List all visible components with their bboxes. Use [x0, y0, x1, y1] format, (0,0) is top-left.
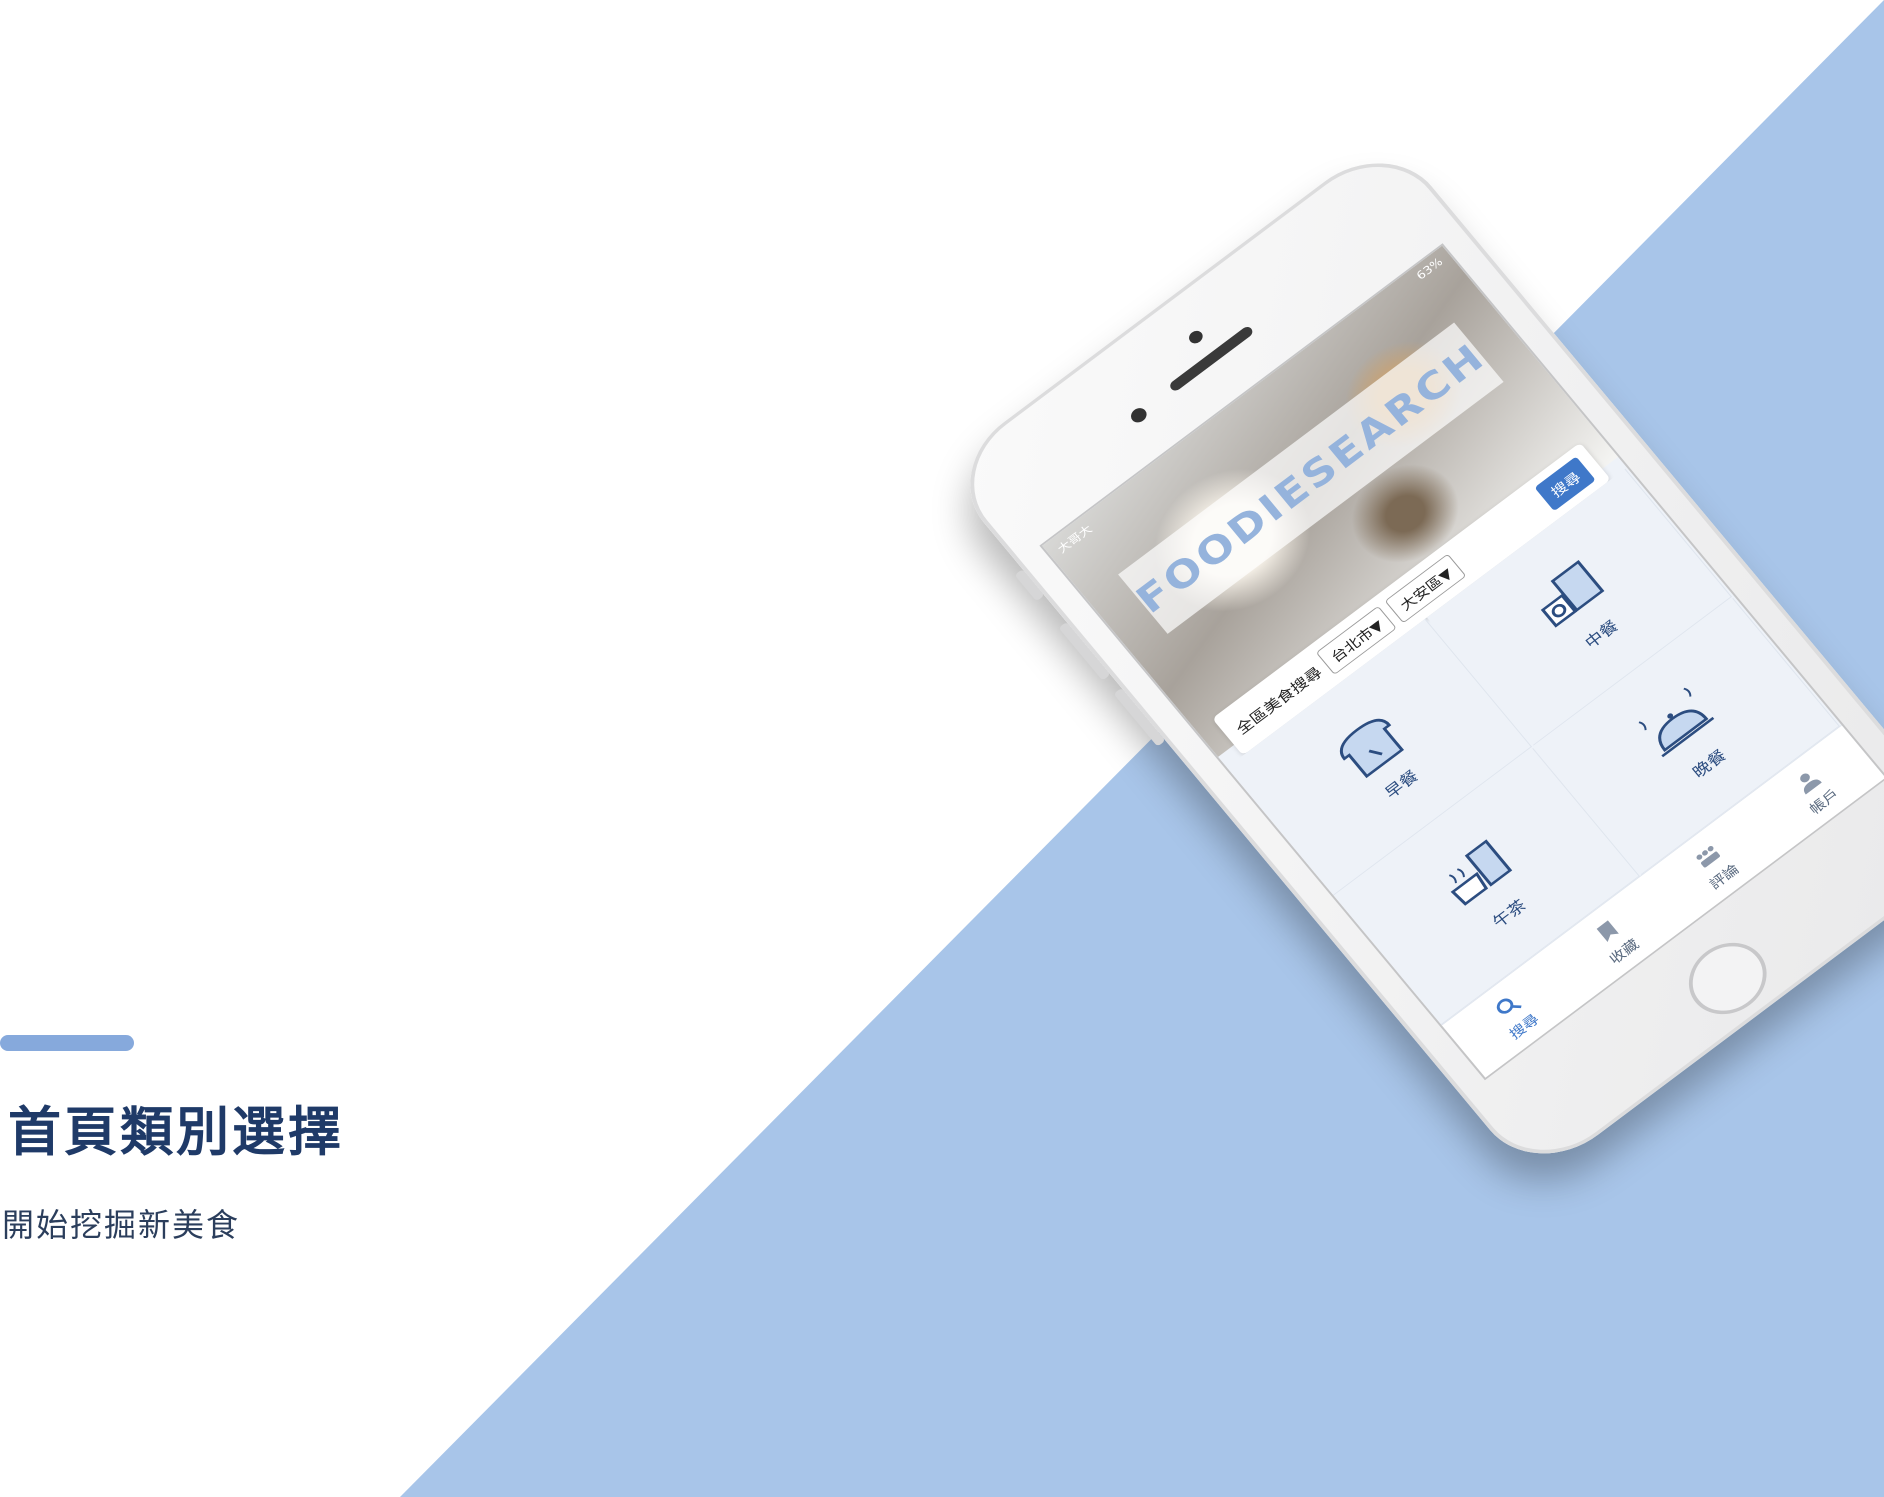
accent-bar [0, 1035, 134, 1051]
front-camera [1186, 328, 1206, 346]
earpiece-speaker [1168, 324, 1255, 393]
home-button[interactable] [1673, 928, 1782, 1029]
carrier-label: 大哥大 [1055, 522, 1096, 557]
caption-subtitle: 開始挖掘新美食 [2, 1206, 241, 1244]
caption-title: 首頁類別選擇 [8, 1102, 344, 1163]
battery-label: 63% [1414, 255, 1446, 283]
proximity-sensor [1128, 405, 1150, 426]
